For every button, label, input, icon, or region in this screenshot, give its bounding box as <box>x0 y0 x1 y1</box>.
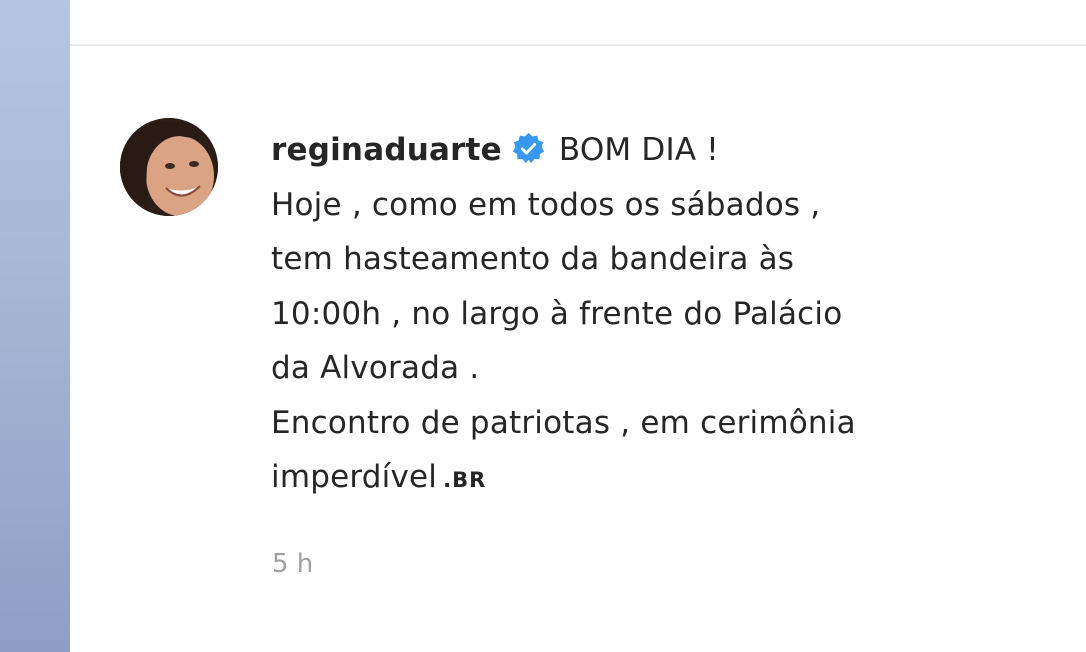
caption-line: Encontro de patriotas , em cerimônia <box>271 404 856 441</box>
caption-line: Hoje , como em todos os sábados , <box>271 186 821 223</box>
caption-line: tem hasteamento da bandeira às <box>271 241 795 277</box>
comment-body: reginaduarte BOM DIA ! Hoje , como em to… <box>271 123 1031 508</box>
avatar[interactable] <box>120 118 218 216</box>
caption-line-last: imperdível .BR <box>271 450 1031 508</box>
comment: reginaduarte BOM DIA ! Hoje , como em to… <box>70 46 1086 652</box>
page: reginaduarte BOM DIA ! Hoje , como em to… <box>0 0 1086 652</box>
caption-line: 10:00h , no largo à frente do Palácio <box>271 295 843 332</box>
br-flag-label: .BR <box>443 468 487 492</box>
verified-badge-icon <box>512 128 545 163</box>
caption-line: BOM DIA ! <box>558 132 719 168</box>
caption-line: da Alvorada . <box>271 350 480 386</box>
avatar-image <box>120 118 218 216</box>
caption-line-text: imperdível <box>271 459 438 495</box>
timestamp[interactable]: 5 h <box>272 549 313 579</box>
username-link[interactable]: reginaduarte <box>271 132 502 168</box>
background-sidebar-strip <box>0 0 70 652</box>
